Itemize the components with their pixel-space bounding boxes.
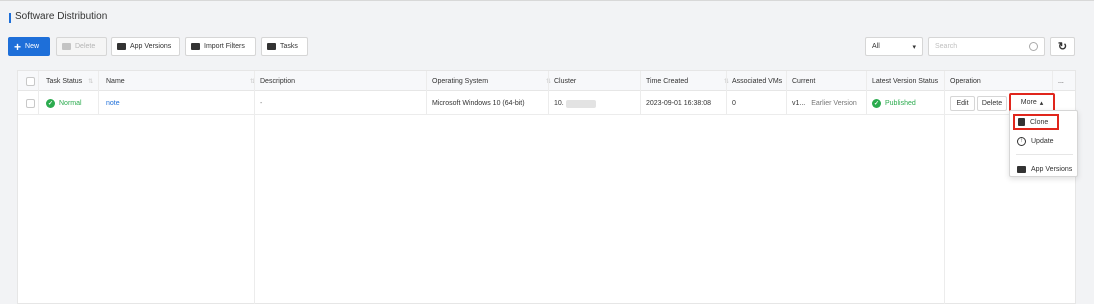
plus-icon: + (14, 39, 22, 54)
check-circle-icon: ✓ (46, 99, 55, 108)
menu-item-clone[interactable]: Clone (1013, 114, 1059, 130)
page-title: Software Distribution (15, 11, 108, 22)
distribution-table: Task Status ⇅ Name ⇅ Description Operatin… (17, 70, 1076, 304)
menu-item-update[interactable]: ↑ Update (1010, 132, 1077, 150)
os-cell: Microsoft Windows 10 (64-bit) (432, 100, 525, 107)
current-cell: v1... Earlier Version (788, 92, 857, 115)
time-created-cell: 2023-09-01 16:38:08 (646, 100, 711, 107)
header-task-status[interactable]: Task Status ⇅ (42, 71, 93, 91)
tasks-button-label: Tasks (280, 43, 298, 50)
header-description-label: Description (260, 77, 296, 85)
caret-down-icon: ▾ (912, 43, 916, 51)
import-filters-button-label: Import Filters (204, 43, 245, 50)
header-latest-version-status-label: Latest Version Status (872, 77, 939, 85)
table-row[interactable]: ✓ Normal note - Microsoft Windows 10 (64… (18, 92, 1075, 115)
header-task-status-label: Task Status (46, 77, 83, 85)
redacted-block (565, 99, 596, 108)
new-button-label: New (25, 43, 40, 50)
header-description: Description (256, 71, 295, 91)
earlier-version-text: Earlier Version (811, 100, 857, 107)
menu-item-update-label: Update (1031, 137, 1054, 145)
edit-button[interactable]: Edit (950, 96, 975, 111)
clone-icon (1018, 118, 1025, 126)
description-cell: - (260, 100, 263, 107)
filter-select[interactable]: All ▾ (865, 37, 923, 56)
header-current: Current (788, 71, 815, 91)
column-settings-icon: ... (1058, 77, 1064, 85)
more-button-label: More (1020, 99, 1037, 106)
header-operation-label: Operation (950, 77, 981, 85)
header-time-created: Time Created (642, 71, 688, 91)
page-header: Software Distribution (0, 0, 1094, 30)
header-os: Operating System (428, 71, 488, 91)
header-operation: Operation (946, 71, 981, 91)
more-dropdown-menu: Clone ↑ Update App Versions (1009, 110, 1078, 177)
app-versions-icon (1017, 165, 1026, 173)
menu-item-app-versions[interactable]: App Versions (1010, 160, 1077, 178)
header-name-sort[interactable]: ⇅ (240, 71, 255, 91)
row-checkbox[interactable] (26, 99, 35, 108)
header-name: Name (102, 71, 125, 91)
header-associated-vms-label: Associated VMs (732, 77, 783, 85)
filter-select-value: All (872, 43, 880, 50)
new-button[interactable]: + New (8, 37, 50, 56)
header-associated-vms: Associated VMs (728, 71, 782, 91)
delete-button[interactable]: Delete (56, 37, 107, 56)
sort-icon: ⇅ (88, 78, 94, 85)
caret-up-icon: ▴ (1039, 99, 1044, 107)
title-accent-bar (9, 13, 11, 23)
tasks-icon (267, 43, 276, 50)
associated-vms-cell: 0 (732, 100, 736, 107)
menu-item-app-versions-label: App Versions (1031, 165, 1073, 173)
menu-item-clone-label: Clone (1030, 118, 1049, 126)
table-header: Task Status ⇅ Name ⇅ Description Operatin… (18, 71, 1075, 91)
select-all-checkbox-cell[interactable] (22, 71, 35, 91)
row-checkbox-cell[interactable] (22, 92, 35, 115)
select-all-checkbox[interactable] (26, 76, 35, 86)
app-versions-icon (117, 43, 126, 50)
search-icon[interactable] (1029, 42, 1038, 51)
header-time-created-label: Time Created (646, 77, 689, 85)
search-input[interactable]: Search (928, 37, 1045, 56)
import-icon (191, 43, 200, 50)
cluster-text: 10. (554, 100, 564, 107)
cluster-cell: 10. (550, 92, 596, 115)
header-latest-version-status: Latest Version Status (868, 71, 938, 91)
latest-version-status-cell: ✓ Published (868, 92, 916, 115)
upload-circle-icon: ↑ (1017, 136, 1026, 146)
app-versions-button[interactable]: App Versions (111, 37, 180, 56)
tasks-button[interactable]: Tasks (261, 37, 308, 56)
task-status-cell: ✓ Normal (42, 92, 82, 115)
menu-divider (1016, 154, 1073, 155)
latest-version-status-text: Published (885, 100, 916, 107)
delete-button-label: Delete (75, 43, 96, 50)
refresh-icon: ↻ (1057, 41, 1068, 53)
check-circle-icon: ✓ (872, 99, 881, 108)
name-link[interactable]: note (102, 92, 120, 115)
header-cluster: Cluster (550, 71, 576, 91)
import-filters-button[interactable]: Import Filters (185, 37, 256, 56)
header-name-label: Name (106, 77, 125, 85)
row-delete-button[interactable]: Delete (977, 96, 1007, 111)
app-versions-button-label: App Versions (130, 43, 172, 50)
header-cluster-label: Cluster (554, 77, 577, 85)
refresh-button[interactable]: ↻ (1050, 37, 1075, 56)
column-settings-button[interactable]: ... (1054, 71, 1064, 91)
search-placeholder: Search (935, 43, 958, 50)
current-version-text: v1... (792, 100, 806, 107)
header-current-label: Current (792, 77, 816, 85)
task-status-text: Normal (59, 100, 82, 107)
header-os-label: Operating System (432, 77, 489, 85)
trash-icon (62, 43, 71, 50)
